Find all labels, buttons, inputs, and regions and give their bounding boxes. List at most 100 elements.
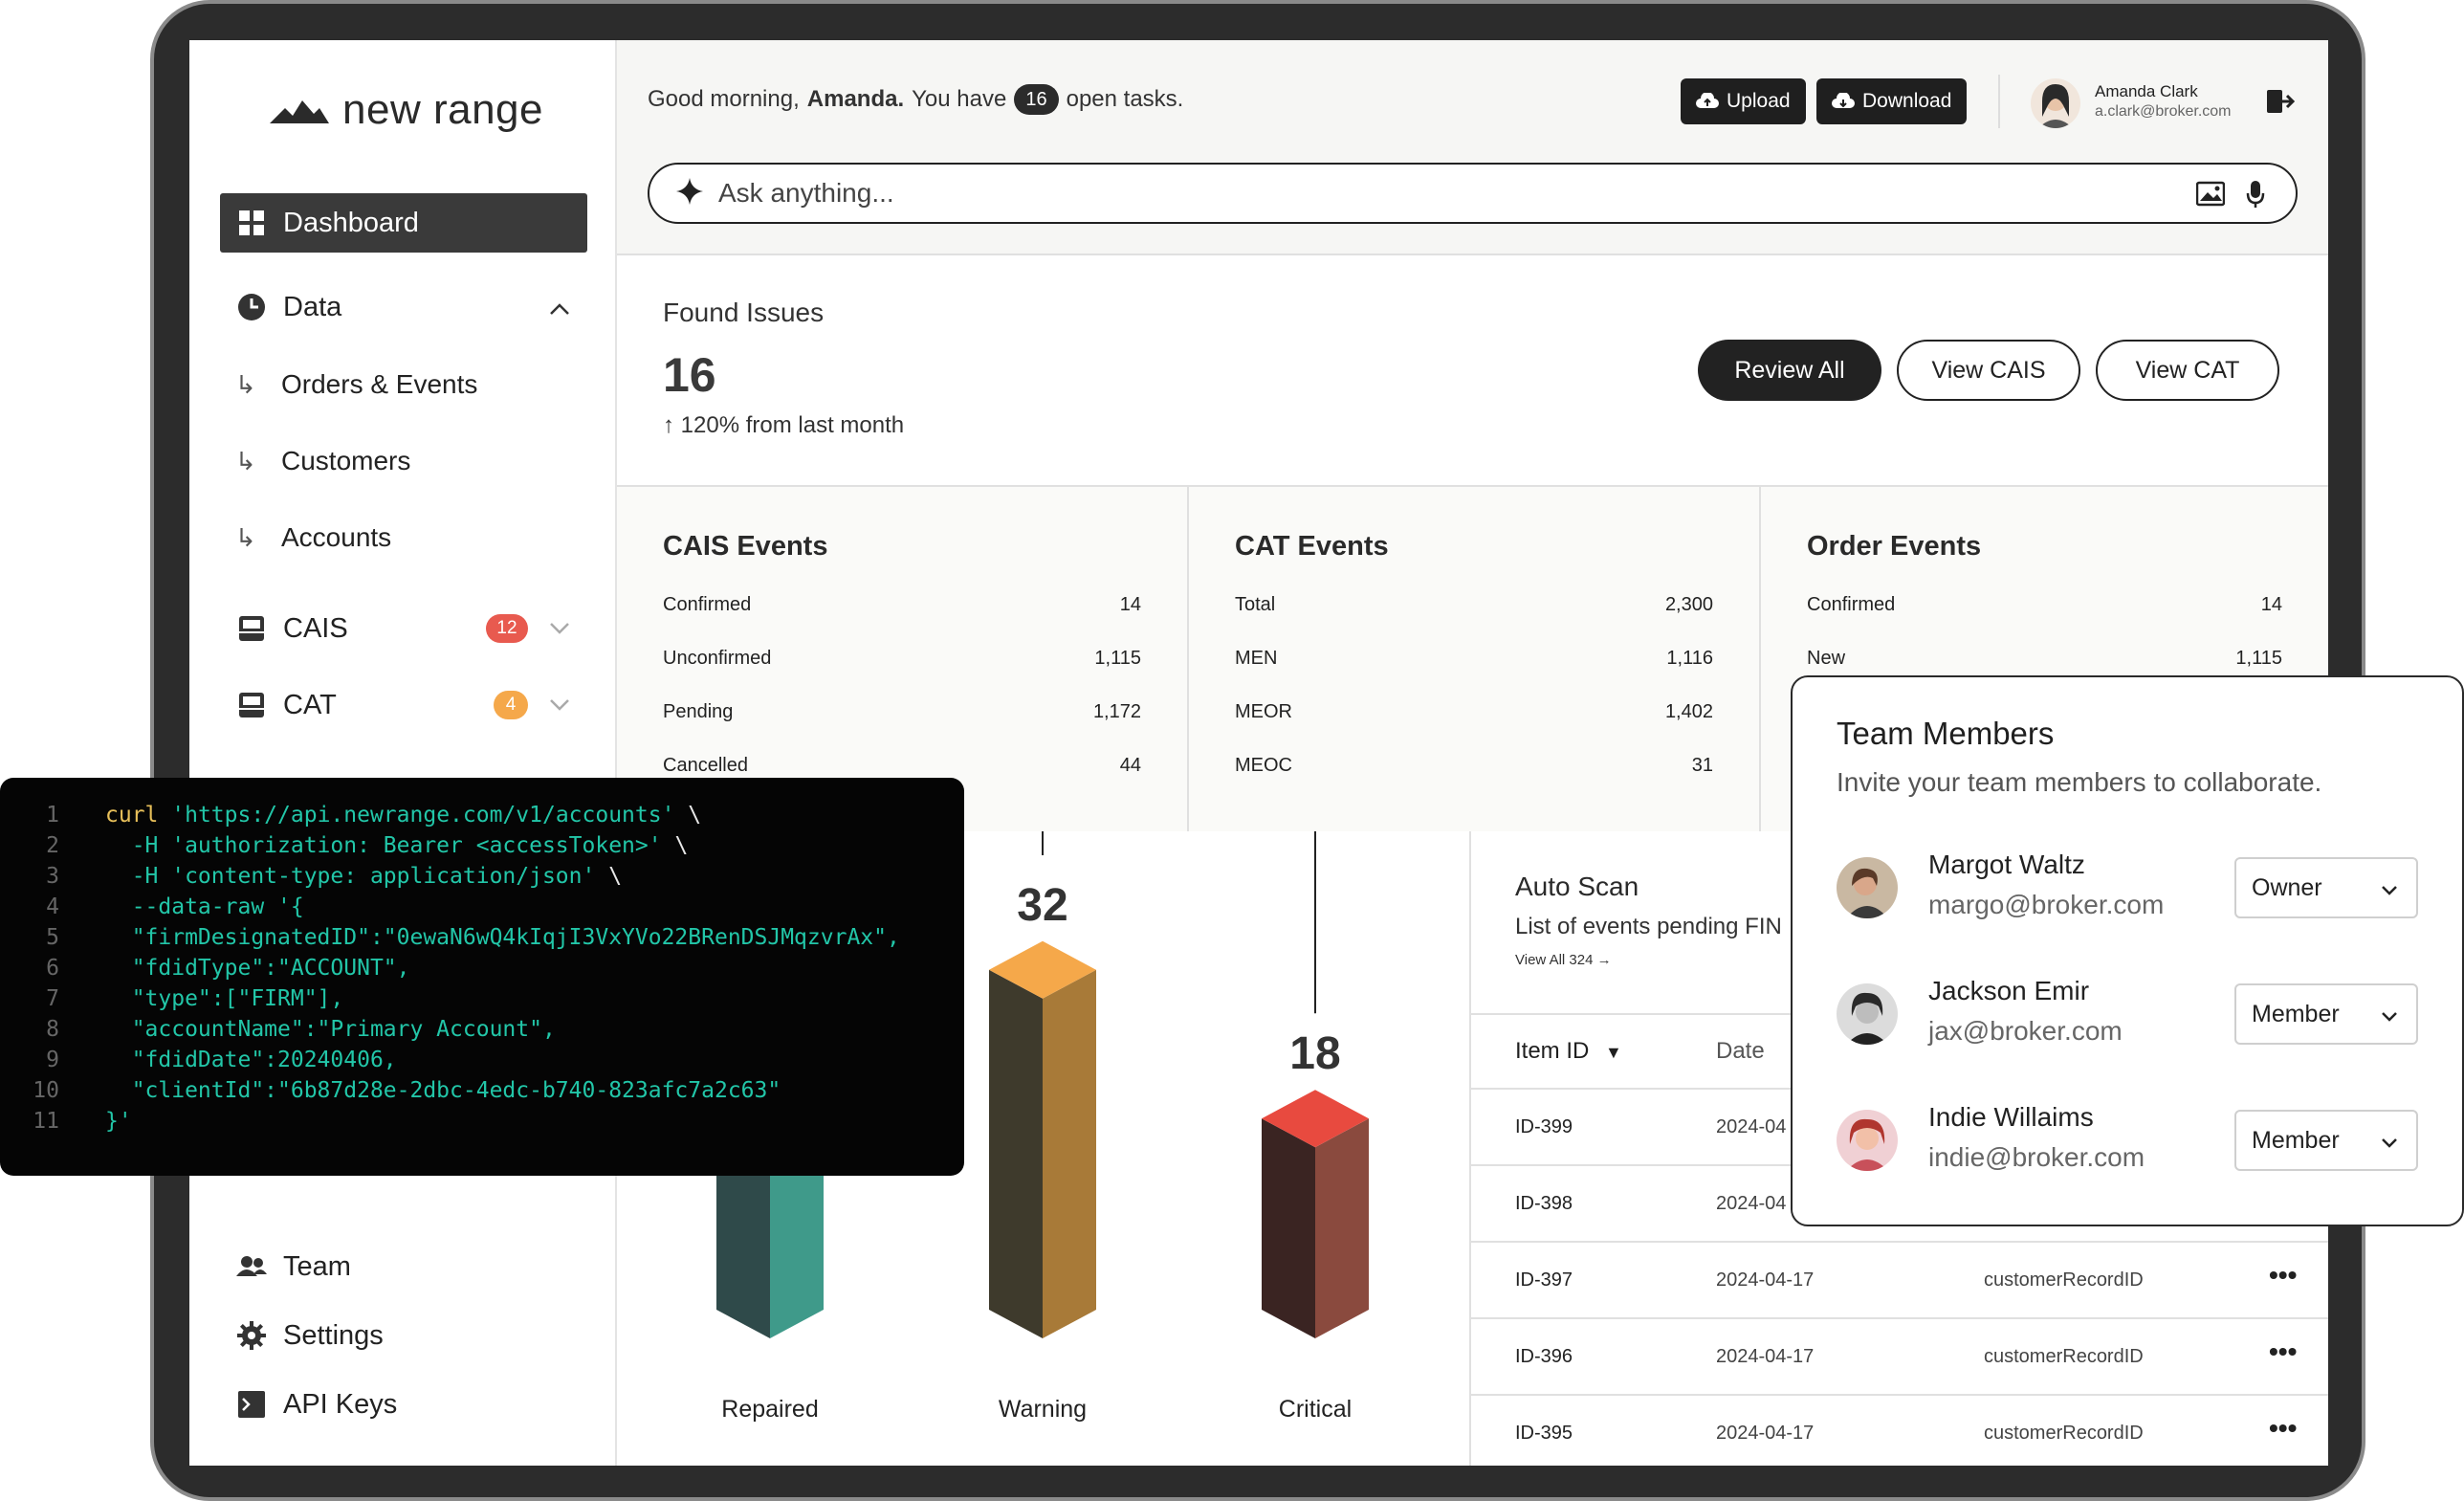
view-cat-button[interactable]: View CAT — [2096, 340, 2279, 401]
team-member[interactable]: Indie Willaims indie@broker.com Member — [1837, 1093, 2430, 1188]
curl-code-block: 1 curl 'https://api.newrange.com/v1/accou… — [0, 778, 964, 1176]
team-members-popover: Team Members Invite your team members to… — [1791, 675, 2464, 1226]
stat-row: New 1,115 — [1807, 648, 2282, 670]
stat-row: Pending 1,172 — [663, 701, 1141, 723]
user-email: a.clark@broker.com — [2095, 103, 2232, 120]
more-icon[interactable]: ••• — [2269, 1413, 2297, 1444]
table-row[interactable]: ID-397 2024-04-17 customerRecordID ••• — [1471, 1243, 2328, 1319]
view-cais-button[interactable]: View CAIS — [1897, 340, 2080, 401]
member-email: margo@broker.com — [1928, 890, 2165, 919]
table-row[interactable]: ID-396 2024-04-17 customerRecordID ••• — [1471, 1319, 2328, 1396]
more-icon[interactable]: ••• — [2269, 1336, 2297, 1367]
stat-value: 1,172 — [1092, 701, 1141, 722]
member-name: Indie Willaims — [1928, 1102, 2094, 1132]
stat-value: 1,115 — [2235, 648, 2282, 669]
role-select[interactable]: Member — [2234, 1110, 2418, 1171]
team-member[interactable]: Jackson Emir jax@broker.com Member — [1837, 966, 2430, 1062]
ask-input[interactable]: Ask anything... — [648, 163, 2298, 224]
role-select[interactable]: Member — [2234, 983, 2418, 1045]
sidebar-item-api-keys[interactable]: API Keys — [220, 1375, 587, 1434]
open-tasks-badge[interactable]: 16 — [1014, 84, 1059, 115]
team-subtitle: Invite your team members to collaborate. — [1837, 767, 2322, 797]
sidebar-item-cat[interactable]: CAT 4 — [220, 675, 587, 735]
role-value: Owner — [2252, 873, 2322, 901]
sidebar-item-cais[interactable]: CAIS 12 — [220, 599, 587, 658]
sort-down-icon[interactable]: ▼ — [1605, 1043, 1622, 1062]
code-line: curl 'https://api.newrange.com/v1/accoun… — [105, 803, 702, 828]
bar-category-label: Repaired — [721, 1396, 818, 1423]
app-logo[interactable]: new range — [270, 86, 543, 134]
greeting: Good morning, Amanda. You have 16 open t… — [648, 84, 1183, 115]
stat-value: 14 — [2260, 594, 2282, 615]
code-line: "accountName":"Primary Account", — [105, 1017, 556, 1042]
bar-left-face — [1262, 1118, 1315, 1338]
stat-label: MEOR — [1235, 701, 1292, 722]
chevron-down-icon[interactable] — [549, 616, 570, 641]
inbox-icon — [235, 612, 268, 645]
review-all-button[interactable]: Review All — [1698, 340, 1881, 401]
member-email: indie@broker.com — [1928, 1142, 2145, 1172]
bar-right-face — [1043, 969, 1096, 1338]
microphone-icon[interactable] — [2246, 180, 2265, 213]
image-icon[interactable] — [2195, 180, 2226, 211]
cell-field: customerRecordID — [1984, 1346, 2144, 1367]
stat-value: 14 — [1119, 594, 1141, 615]
logout-icon[interactable] — [2266, 88, 2296, 120]
sidebar-item-label: Settings — [283, 1319, 384, 1351]
code-line: "clientId":"6b87d28e-2dbc-4edc-b740-823a… — [105, 1078, 781, 1103]
stat-value: 2,300 — [1664, 594, 1713, 615]
role-select[interactable]: Owner — [2234, 857, 2418, 918]
cell-id: ID-397 — [1515, 1269, 1573, 1291]
team-member[interactable]: Margot Waltz margo@broker.com Owner — [1837, 840, 2430, 936]
line-number: 1 — [46, 803, 59, 828]
chevron-down-icon[interactable] — [549, 693, 570, 717]
col-item-id[interactable]: Item ID ▼ — [1515, 1038, 1622, 1065]
more-icon[interactable]: ••• — [2269, 1260, 2297, 1291]
sidebar-item-accounts[interactable]: ↳ Accounts — [235, 514, 391, 562]
bar-critical[interactable] — [1262, 1090, 1369, 1338]
upload-button[interactable]: Upload — [1681, 78, 1806, 124]
sidebar-item-customers[interactable]: ↳ Customers — [235, 437, 410, 485]
sidebar-item-settings[interactable]: Settings — [220, 1306, 587, 1365]
app-name: new range — [342, 86, 543, 133]
sidebar-item-label: Accounts — [281, 522, 392, 552]
bar-value-label: 18 — [1289, 1028, 1340, 1079]
stat-label: Confirmed — [1807, 594, 1896, 615]
stat-row: MEOC 31 — [1235, 755, 1713, 777]
stat-label: Cancelled — [663, 755, 748, 776]
sidebar-item-orders-events[interactable]: ↳ Orders & Events — [235, 361, 477, 408]
download-button[interactable]: Download — [1816, 78, 1968, 124]
bar-value-label: 32 — [1017, 880, 1067, 931]
line-number: 11 — [33, 1109, 59, 1134]
stat-row: Total 2,300 — [1235, 594, 1713, 616]
avatar[interactable] — [2031, 78, 2080, 128]
gear-icon — [235, 1319, 268, 1352]
chevron-up-icon[interactable] — [549, 293, 570, 322]
cloud-download-icon — [1832, 93, 1855, 108]
sidebar-item-data[interactable]: Data — [220, 277, 587, 337]
user-name: Amanda Clark — [2095, 82, 2198, 100]
corner-arrow-icon: ↳ — [235, 446, 256, 475]
bar-warning[interactable] — [989, 940, 1096, 1338]
cell-date: 2024-04 — [1716, 1116, 1787, 1137]
stat-label: Pending — [663, 701, 734, 722]
cell-field: customerRecordID — [1984, 1269, 2144, 1291]
code-line: "fdidDate":20240406, — [105, 1048, 397, 1072]
code-line: "type":["FIRM"], — [105, 986, 344, 1011]
divider — [1998, 75, 2000, 128]
view-all-link[interactable]: View All 324 → — [1515, 952, 1612, 968]
line-number: 4 — [46, 894, 59, 919]
top-header: Good morning, Amanda. You have 16 open t… — [617, 40, 2328, 255]
stat-value: 44 — [1119, 755, 1141, 776]
table-row[interactable]: ID-395 2024-04-17 customerRecordID ••• — [1471, 1396, 2328, 1466]
count-badge: 4 — [494, 691, 528, 719]
sidebar-item-team[interactable]: Team — [220, 1237, 587, 1296]
col-date[interactable]: Date — [1716, 1038, 1765, 1065]
mountain-logo-icon — [270, 100, 329, 123]
line-number: 10 — [33, 1078, 59, 1103]
stat-row: Confirmed 14 — [663, 594, 1141, 616]
stat-label: Unconfirmed — [663, 648, 772, 669]
sidebar-item-dashboard[interactable]: Dashboard — [220, 193, 587, 253]
cell-date: 2024-04-17 — [1716, 1269, 1815, 1291]
upload-label: Upload — [1727, 90, 1791, 112]
